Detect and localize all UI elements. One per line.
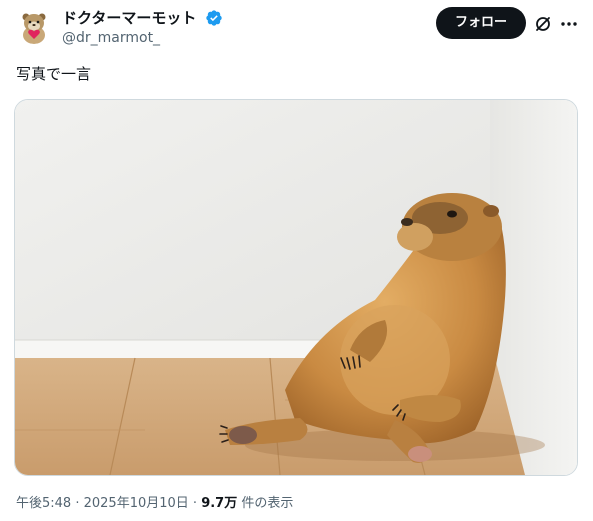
author-handle[interactable]: @dr_marmot_ [62, 29, 223, 47]
post-text: 写真で一言 [16, 65, 92, 83]
marmot-avatar-icon[interactable] [16, 8, 52, 44]
meta-separator: · [188, 496, 202, 511]
views-label: 件の表示 [237, 496, 294, 511]
post-date[interactable]: 2025年10月10日 [84, 496, 189, 511]
follow-button[interactable]: フォロー [436, 7, 526, 39]
post-header: ドクターマーモット @dr_marmot_ フォロー [16, 6, 577, 48]
grok-icon[interactable] [534, 15, 552, 33]
post-metadata: 午後5:48 · 2025年10月10日 · 9.7万 件の表示 [16, 495, 293, 513]
views-count[interactable]: 9.7万 [201, 496, 237, 511]
meta-separator: · [71, 496, 84, 511]
author-name-block: ドクターマーモット @dr_marmot_ [62, 7, 223, 47]
author-display-name[interactable]: ドクターマーモット [62, 8, 196, 28]
more-options-icon[interactable] [560, 15, 578, 33]
marmot-leaning-on-wall-photo [15, 100, 577, 475]
post-time[interactable]: 午後5:48 [16, 496, 71, 511]
post-media-image[interactable] [14, 99, 578, 476]
verified-badge-icon [205, 9, 223, 27]
